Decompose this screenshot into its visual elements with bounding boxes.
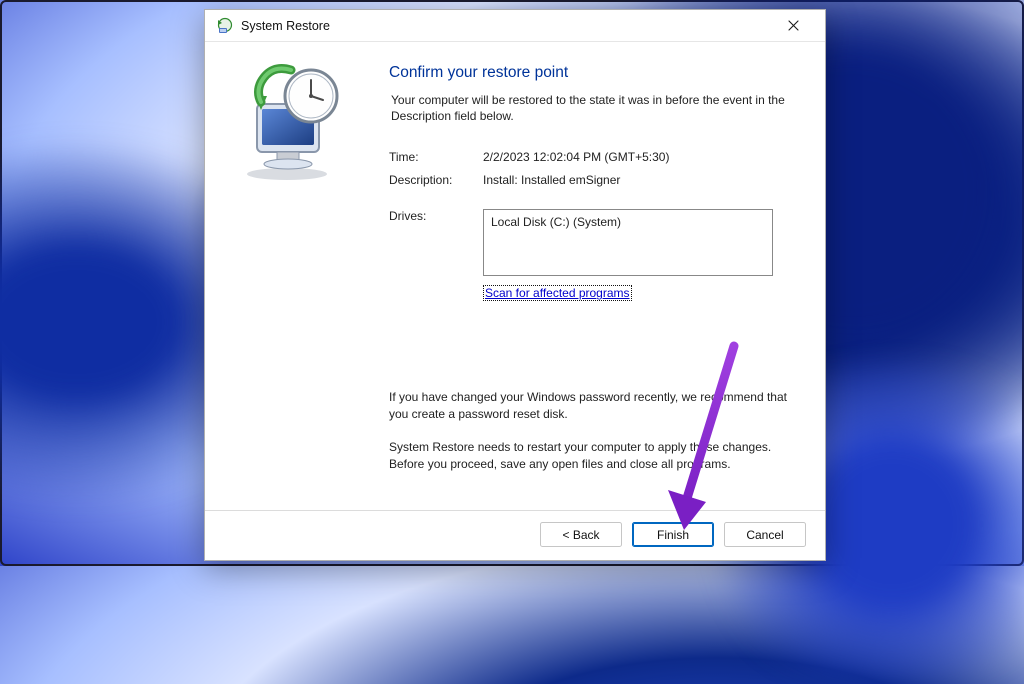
scan-affected-programs-link[interactable]: Scan for affected programs [483,285,632,301]
system-restore-icon [215,17,233,35]
finish-button[interactable]: Finish [632,522,714,547]
drives-row: Drives: Local Disk (C:) (System) [389,209,795,276]
main-panel: Confirm your restore point Your computer… [375,42,825,510]
time-label: Time: [389,150,483,164]
description-value: Install: Installed emSigner [483,173,795,187]
sidebar [205,42,375,510]
cancel-button[interactable]: Cancel [724,522,806,547]
close-button[interactable] [771,12,815,40]
system-restore-dialog: System Restore [204,9,826,561]
description-label: Description: [389,173,483,187]
description-row: Description: Install: Installed emSigner [389,173,795,187]
restart-note: System Restore needs to restart your com… [389,439,795,473]
content-area: Confirm your restore point Your computer… [205,42,825,510]
titlebar: System Restore [205,10,825,42]
footer: < Back Finish Cancel [205,510,825,560]
system-restore-graphic [223,56,351,182]
time-row: Time: 2/2/2023 12:02:04 PM (GMT+5:30) [389,150,795,164]
window-title: System Restore [241,19,330,33]
drives-value: Local Disk (C:) (System) [491,215,765,229]
close-icon [788,20,799,31]
password-note: If you have changed your Windows passwor… [389,389,795,423]
page-heading: Confirm your restore point [389,64,795,82]
back-button[interactable]: < Back [540,522,622,547]
drives-label: Drives: [389,209,483,276]
time-value: 2/2/2023 12:02:04 PM (GMT+5:30) [483,150,795,164]
intro-text: Your computer will be restored to the st… [389,92,795,124]
drives-listbox[interactable]: Local Disk (C:) (System) [483,209,773,276]
